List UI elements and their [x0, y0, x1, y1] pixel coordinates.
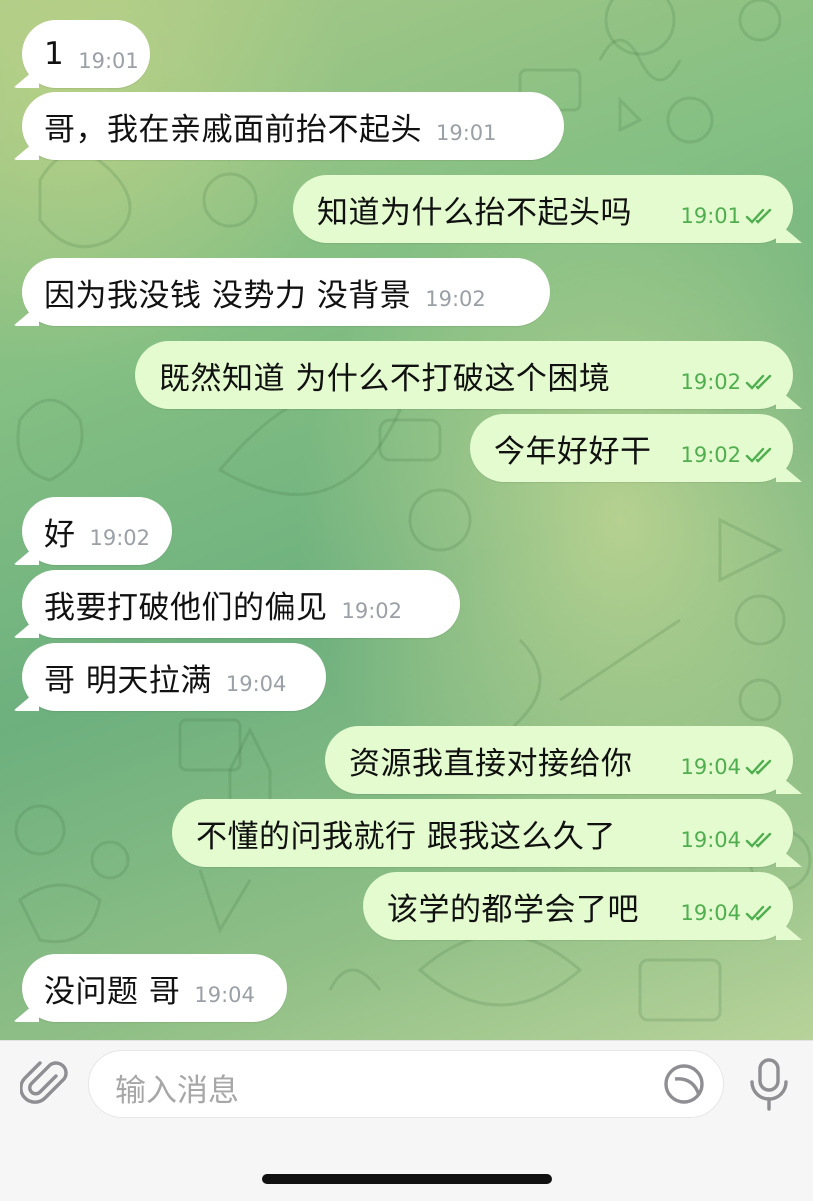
message-time: 19:01: [436, 121, 497, 145]
message-text: 没问题 哥: [44, 973, 181, 1010]
message-text: 哥，我在亲戚面前抬不起头: [44, 111, 422, 148]
message-time: 19:04: [680, 755, 741, 779]
read-checkmarks-icon: [745, 759, 772, 775]
message-time: 19:02: [341, 599, 403, 623]
message-text: 好: [44, 516, 76, 553]
message-text: 该学的都学会了吧: [387, 891, 639, 928]
message-input-placeholder: 输入消息: [115, 1073, 239, 1109]
incoming-message[interactable]: 哥 明天拉满 19:04: [22, 643, 326, 711]
outgoing-message[interactable]: 不懂的问我就行 跟我这么久了 19:04: [172, 799, 793, 867]
message-time: 19:02: [425, 287, 486, 311]
message-time: 19:04: [680, 828, 741, 852]
message-text: 我要打破他们的偏见: [44, 589, 328, 626]
message-time: 19:02: [89, 526, 151, 550]
read-checkmarks-icon: [745, 905, 772, 921]
message-text: 知道为什么抬不起头吗: [317, 194, 632, 231]
sticker-icon[interactable]: [661, 1061, 707, 1107]
paperclip-icon[interactable]: [20, 1058, 72, 1110]
message-time: 19:01: [680, 204, 741, 228]
outgoing-message[interactable]: 今年好好干 19:02: [470, 414, 793, 482]
microphone-icon[interactable]: [744, 1056, 794, 1112]
incoming-message[interactable]: 因为我没钱 没势力 没背景 19:02: [22, 258, 550, 326]
incoming-message[interactable]: 哥，我在亲戚面前抬不起头 19:01: [22, 92, 564, 160]
message-time: 19:04: [680, 901, 741, 925]
message-text: 资源我直接对接给你: [349, 745, 633, 782]
read-checkmarks-icon: [745, 374, 772, 390]
incoming-message[interactable]: 1 19:01: [22, 20, 150, 88]
message-text: 不懂的问我就行 跟我这么久了: [196, 818, 616, 855]
message-time: 19:04: [225, 672, 287, 696]
read-checkmarks-icon: [745, 832, 772, 848]
read-checkmarks-icon: [745, 447, 772, 463]
outgoing-message[interactable]: 该学的都学会了吧 19:04: [363, 872, 793, 940]
message-time: 19:04: [194, 983, 255, 1007]
message-text: 既然知道 为什么不打破这个困境: [159, 360, 611, 397]
home-indicator: [262, 1174, 552, 1184]
incoming-message[interactable]: 我要打破他们的偏见 19:02: [22, 570, 460, 638]
message-text: 因为我没钱 没势力 没背景: [44, 277, 412, 314]
message-time: 19:02: [680, 443, 741, 467]
incoming-message[interactable]: 好 19:02: [22, 497, 172, 565]
message-text: 哥 明天拉满: [44, 662, 212, 699]
message-input[interactable]: 输入消息: [88, 1050, 724, 1118]
message-time: 19:01: [78, 49, 139, 73]
outgoing-message[interactable]: 既然知道 为什么不打破这个困境 19:02: [135, 341, 793, 409]
incoming-message[interactable]: 没问题 哥 19:04: [22, 954, 287, 1022]
outgoing-message[interactable]: 知道为什么抬不起头吗 19:01: [293, 175, 793, 243]
message-time: 19:02: [680, 370, 741, 394]
message-text: 1: [44, 36, 65, 72]
outgoing-message[interactable]: 资源我直接对接给你 19:04: [325, 726, 793, 794]
message-text: 今年好好干: [494, 433, 652, 470]
read-checkmarks-icon: [745, 208, 772, 224]
